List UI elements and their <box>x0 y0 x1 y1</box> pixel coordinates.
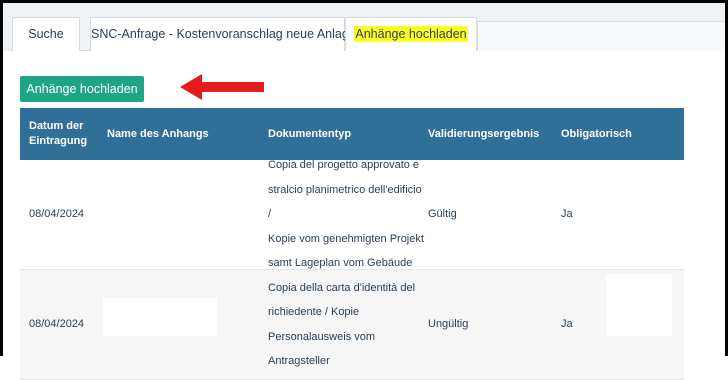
cell-validation: Ungültig <box>428 318 469 331</box>
column-header-date: Datum der Eintragung <box>29 120 88 147</box>
column-header-validation: Validierungsergebnis <box>428 127 540 140</box>
tab-label-highlighted: Anhänge hochladen <box>354 26 468 42</box>
tab-suche[interactable]: Suche <box>12 17 80 51</box>
cell-document-type: Copia del progetto approvato e stralcio … <box>268 159 426 269</box>
doc-type-line: Kopie vom genehmigten Projekt <box>268 232 424 245</box>
cell-validation: Gültig <box>428 208 457 221</box>
tab-anhaenge-hochladen[interactable]: Anhänge hochladen <box>345 17 477 51</box>
upload-attachments-button[interactable]: Anhänge hochladen <box>20 76 144 102</box>
tab-snc-anfrage[interactable]: SNC-Anfrage - Kostenvoranschlag neue Anl… <box>90 17 356 51</box>
table-header: Datum der Eintragung Name des Anhangs Do… <box>20 108 684 160</box>
doc-type-line: Copia del progetto approvato e <box>268 159 420 172</box>
doc-type-line: Copia della carta d'identità del <box>268 281 416 294</box>
cell-attachment-name[interactable] <box>107 160 252 269</box>
redacted-action-area <box>606 274 672 336</box>
tab-bar: Suche SNC-Anfrage - Kostenvoranschlag ne… <box>3 3 725 51</box>
cell-date: 08/04/2024 <box>29 318 85 331</box>
column-header-doctype: Dokumententyp <box>268 127 352 140</box>
attachments-table: Datum der Eintragung Name des Anhangs Do… <box>20 108 684 380</box>
cell-document-type: Copia della carta d'identità del richied… <box>268 270 426 379</box>
cell-date: 08/04/2024 <box>29 208 85 221</box>
doc-type-line: stralcio planimetrico dell'edificio / <box>268 183 422 221</box>
table-row: 08/04/2024 Copia del progetto approvato … <box>20 159 684 270</box>
cell-mandatory: Ja <box>561 208 573 221</box>
column-header-mandatory: Obligatorisch <box>561 127 632 140</box>
table-row: 08/04/2024 Copia della carta d'identità … <box>20 270 684 380</box>
column-header-name: Name des Anhangs <box>107 127 209 140</box>
tab-bar-filler <box>477 21 725 51</box>
doc-type-line: Personalausweis vom Antragsteller <box>268 330 375 368</box>
red-arrow-annotation <box>180 74 264 100</box>
doc-type-line: richiedente / Kopie <box>268 306 360 318</box>
redacted-attachment-name <box>103 298 217 336</box>
